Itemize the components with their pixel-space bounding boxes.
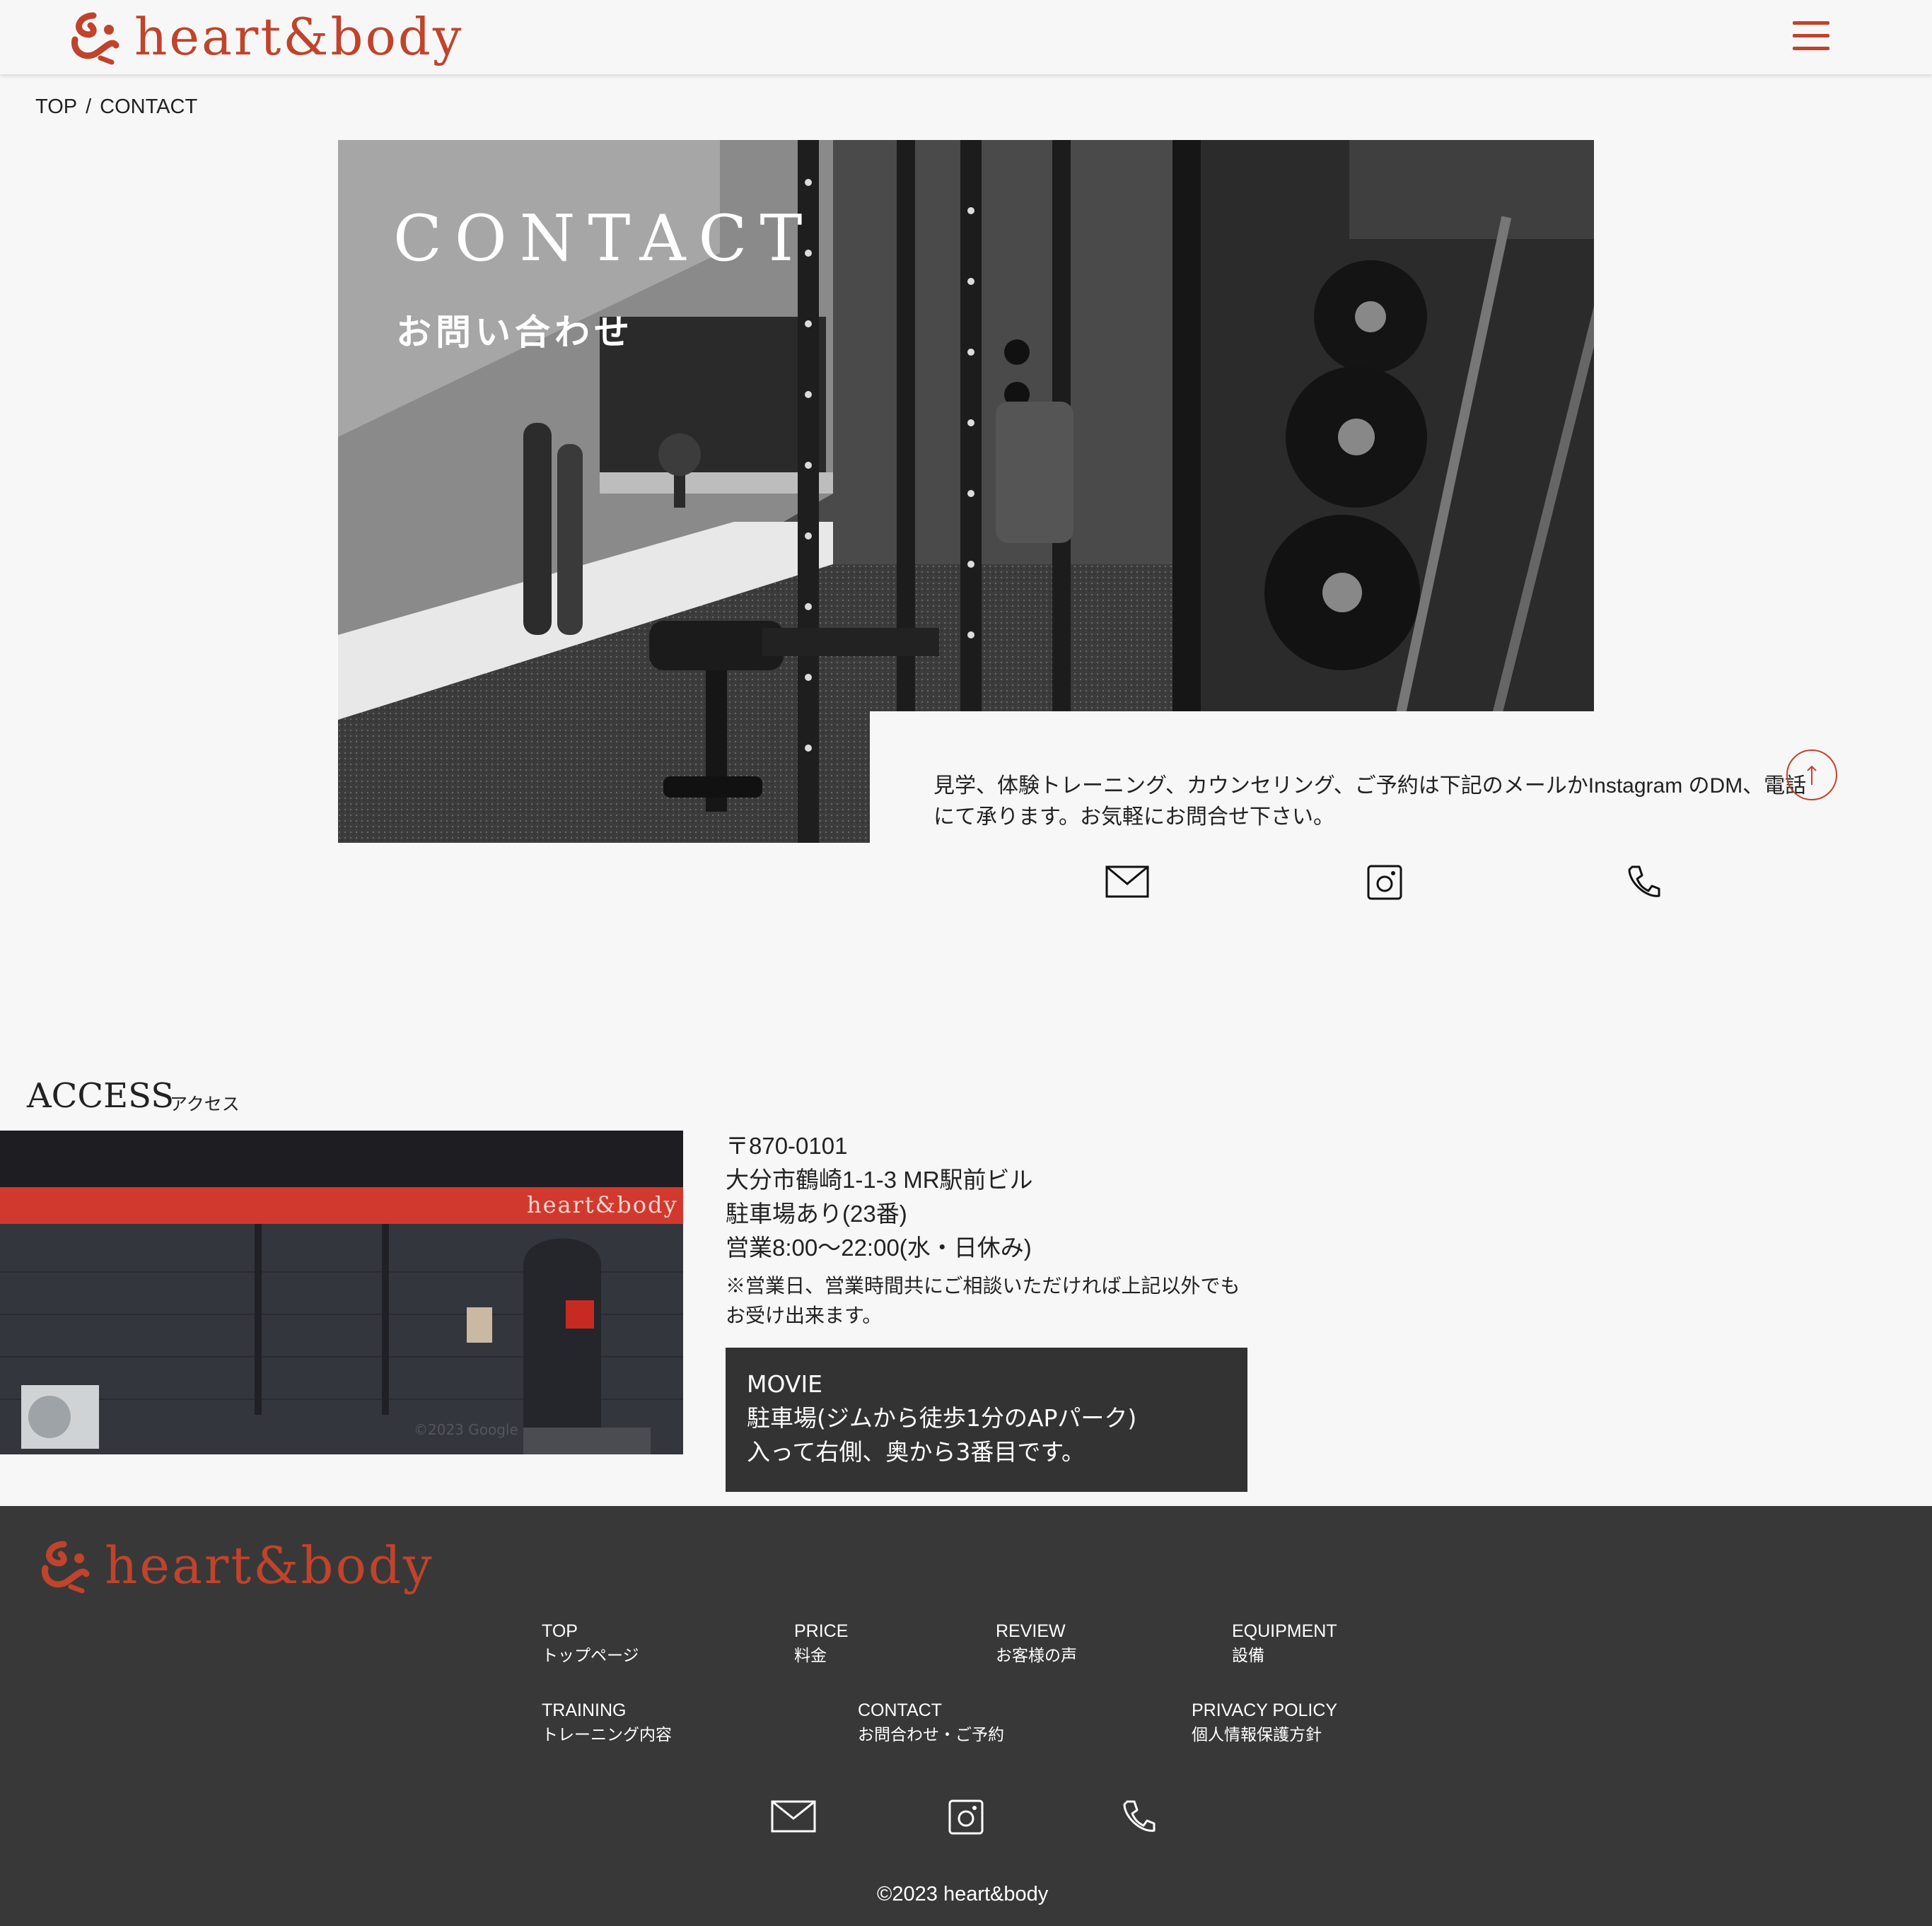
footer-logo-wordmark: heart&body: [105, 1536, 434, 1595]
mail-icon[interactable]: [771, 1799, 816, 1840]
footer-nav-en: EQUIPMENT: [1232, 1621, 1337, 1641]
phone-icon[interactable]: [1625, 864, 1669, 905]
access-note: ※営業日、営業時間共にご相談いただければ上記以外でも お受け出来ます。: [726, 1271, 1263, 1331]
street-address: 大分市鶴崎1-1-3 MR駅前ビル: [726, 1167, 1033, 1193]
access-subtitle: アクセス: [170, 1094, 240, 1114]
arrow-up-icon: [1807, 765, 1817, 785]
parking-movie-button[interactable]: MOVIE 駐車場(ジムから徒歩1分のAPパーク) 入って右側、奥から3番目です…: [726, 1348, 1247, 1492]
footer-nav-en: REVIEW: [996, 1621, 1066, 1641]
phone-icon[interactable]: [1120, 1799, 1165, 1840]
contact-intro-line: 見学、体験トレーニング、カウンセリング、ご予約は下記のメールかInstagram…: [933, 774, 1807, 798]
footer-nav-equipment[interactable]: EQUIPMENT 設備: [1232, 1619, 1337, 1667]
map-watermark: ©2023 Google: [414, 1421, 518, 1438]
footer-nav-training[interactable]: TRAINING トレーニング内容: [542, 1698, 672, 1746]
instagram-icon[interactable]: [948, 1799, 993, 1840]
footer-nav-ja: トレーニング内容: [542, 1725, 672, 1744]
breadcrumb: TOP / CONTACT: [35, 95, 197, 119]
copyright: ©2023 heart&body: [877, 1883, 1049, 1905]
access-note-line: ※営業日、営業時間共にご相談いただければ上記以外でも: [726, 1275, 1240, 1297]
site-logo[interactable]: heart&body: [65, 7, 464, 66]
footer-nav-ja: お問合わせ・ご予約: [858, 1725, 1004, 1744]
mail-icon[interactable]: [1105, 864, 1149, 905]
breadcrumb-current: CONTACT: [100, 95, 198, 118]
movie-label: MOVIE: [747, 1370, 823, 1398]
footer-nav-ja: お客様の声: [996, 1646, 1077, 1664]
footer-nav-privacy-policy[interactable]: PRIVACY POLICY 個人情報保護方針: [1192, 1698, 1337, 1746]
site-header: heart&body: [0, 0, 1932, 74]
movie-line: 入って右側、奥から3番目です。: [747, 1438, 1086, 1466]
footer-nav-en: CONTACT: [858, 1700, 942, 1720]
postal-code: 〒870-0101: [726, 1133, 848, 1159]
footer-nav-en: TRAINING: [542, 1700, 627, 1720]
instagram-icon[interactable]: [1366, 864, 1410, 905]
footer-nav-review[interactable]: REVIEW お客様の声: [996, 1619, 1077, 1667]
footer-nav-top[interactable]: TOP トップページ: [542, 1619, 639, 1667]
address-block: 〒870-0101 大分市鶴崎1-1-3 MR駅前ビル 駐車場あり(23番) 営…: [726, 1129, 1033, 1265]
footer-nav-en: PRIVACY POLICY: [1192, 1700, 1338, 1720]
footer-nav-ja: 設備: [1232, 1646, 1264, 1664]
business-hours: 営業8:00～22:00(水・日休み): [726, 1235, 1032, 1261]
hamburger-menu-icon[interactable]: [1793, 21, 1829, 52]
footer-nav-ja: 料金: [794, 1646, 827, 1664]
hero-title: CONTACT: [393, 202, 815, 276]
access-note-line: お受け出来ます。: [726, 1305, 883, 1326]
breadcrumb-home-link[interactable]: TOP: [35, 95, 77, 118]
logo-wordmark: heart&body: [134, 7, 464, 66]
scroll-to-top-button[interactable]: [1786, 749, 1837, 800]
contact-intro-line: にて承ります。お気軽にお問合せ下さい。: [933, 805, 1334, 829]
footer-nav-ja: トップページ: [542, 1646, 639, 1664]
brand-mark-icon: [71, 12, 120, 65]
footer-logo[interactable]: heart&body: [35, 1536, 434, 1595]
hero-subtitle: お問い合わせ: [396, 311, 634, 353]
footer-nav-contact[interactable]: CONTACT お問合わせ・ご予約: [858, 1698, 1004, 1746]
footer-nav-en: TOP: [542, 1621, 578, 1641]
footer-nav-price[interactable]: PRICE 料金: [794, 1619, 848, 1667]
storefront-sign: heart&body: [527, 1191, 678, 1218]
footer-nav-ja: 個人情報保護方針: [1192, 1725, 1322, 1744]
footer-nav-en: PRICE: [794, 1621, 849, 1641]
access-title: ACCESS: [27, 1076, 175, 1116]
brand-mark-icon: [42, 1541, 90, 1594]
breadcrumb-separator: /: [86, 95, 92, 118]
contact-intro: 見学、体験トレーニング、カウンセリング、ご予約は下記のメールかInstagram…: [933, 771, 1846, 833]
storefront-photo: heart&body ©2023 Google: [0, 1131, 683, 1454]
movie-line: 駐車場(ジムから徒歩1分のAPパーク): [747, 1404, 1137, 1432]
parking-info: 駐車場あり(23番): [726, 1201, 907, 1227]
